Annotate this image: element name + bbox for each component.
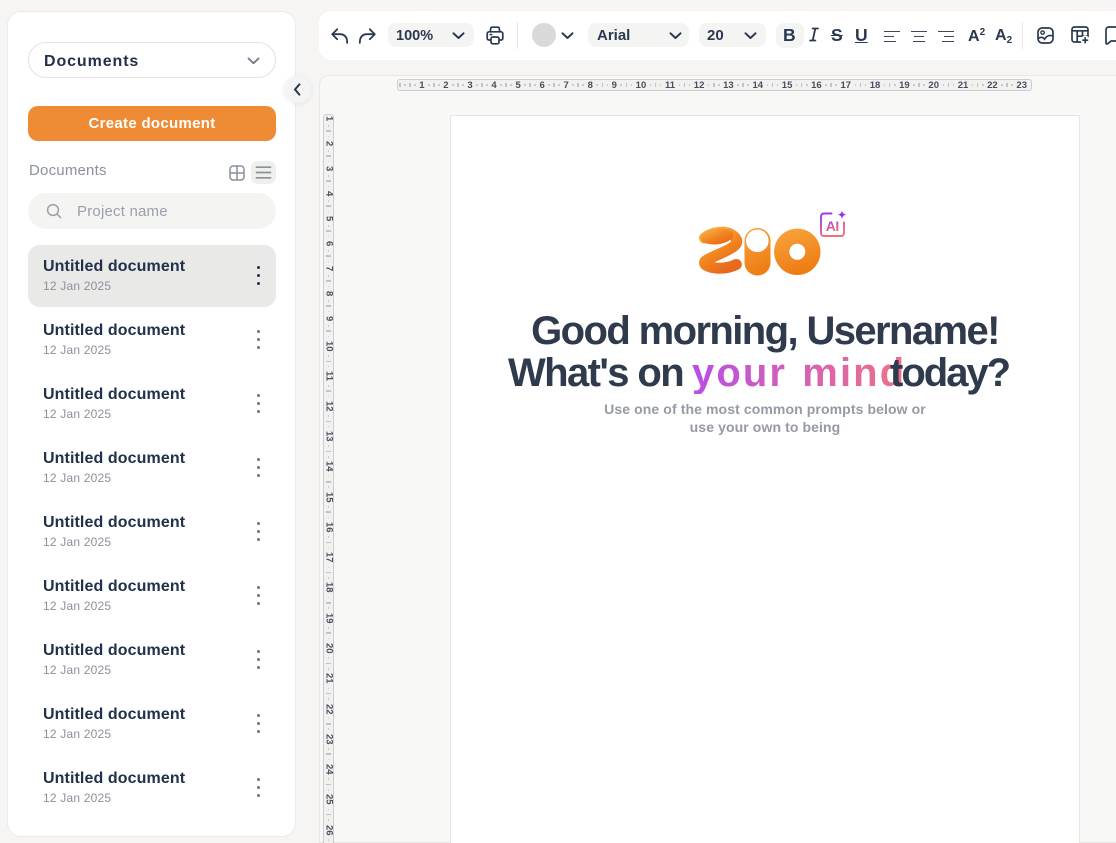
svg-text:AI: AI bbox=[826, 218, 839, 234]
